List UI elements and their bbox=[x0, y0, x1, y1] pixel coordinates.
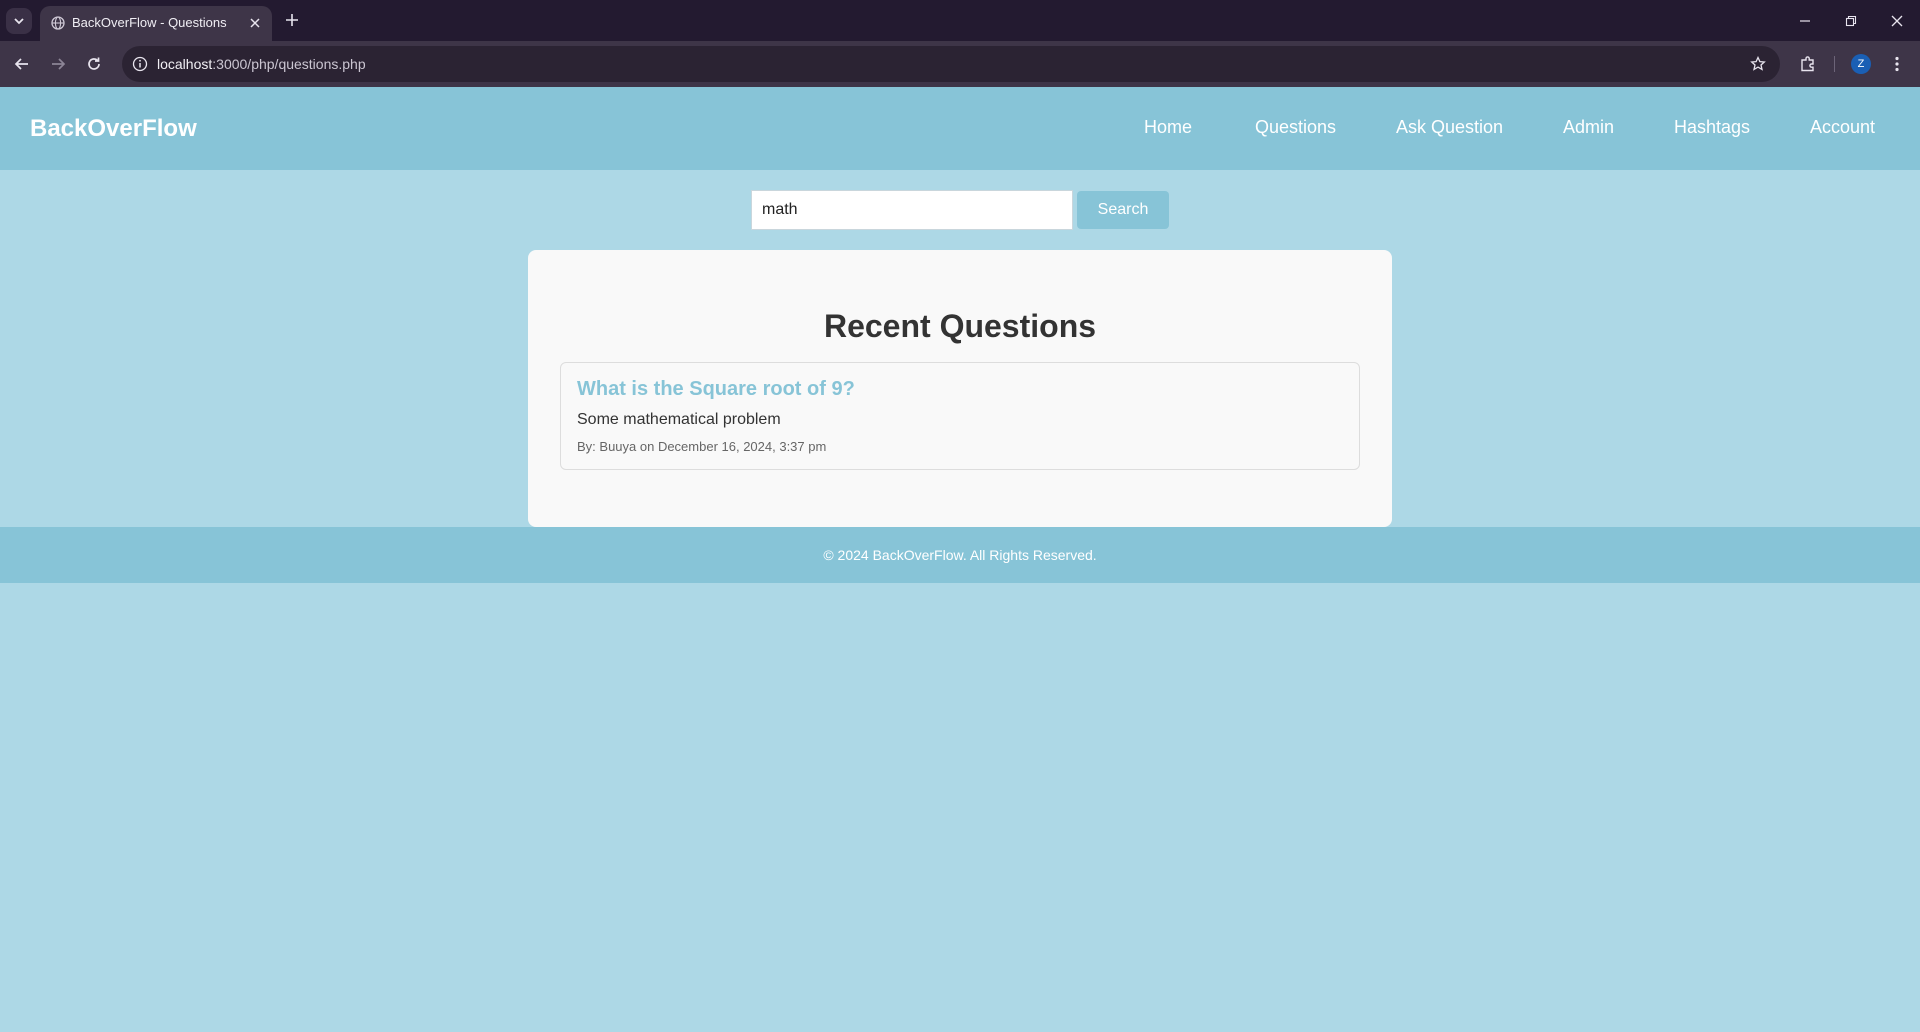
url-host: localhost bbox=[157, 56, 213, 72]
questions-card: Recent Questions What is the Square root… bbox=[528, 250, 1392, 527]
page-title: Recent Questions bbox=[823, 308, 1097, 344]
url-path: :3000/php/questions.php bbox=[212, 56, 366, 72]
plus-icon bbox=[286, 14, 298, 26]
site-footer: © 2024 BackOverFlow. All Rights Reserved… bbox=[0, 527, 1920, 583]
close-window-button[interactable] bbox=[1874, 0, 1920, 41]
question-title-link[interactable]: What is the Square root of 9? bbox=[577, 378, 855, 401]
nav-hashtags[interactable]: Hashtags bbox=[1674, 117, 1750, 138]
search-button[interactable]: Search bbox=[1077, 191, 1169, 229]
reload-icon bbox=[88, 57, 100, 70]
restore-button[interactable] bbox=[1828, 0, 1874, 41]
nav-admin[interactable]: Admin bbox=[1563, 117, 1614, 138]
reload-button[interactable] bbox=[80, 50, 108, 78]
arrow-left-icon bbox=[14, 58, 28, 70]
puzzle-icon bbox=[1801, 56, 1814, 72]
question-item: What is the Square root of 9? Some mathe… bbox=[560, 362, 1360, 470]
toolbar-divider bbox=[1834, 56, 1835, 72]
profile-avatar[interactable]: Z bbox=[1851, 54, 1871, 74]
close-icon bbox=[1891, 15, 1903, 26]
url-text: localhost:3000/php/questions.php bbox=[157, 56, 366, 72]
forward-button[interactable] bbox=[44, 50, 72, 78]
extensions-button[interactable] bbox=[1797, 53, 1819, 75]
browser-menu-button[interactable] bbox=[1886, 53, 1908, 75]
chevron-down-icon bbox=[14, 18, 24, 25]
site-logo[interactable]: BackOverFlow bbox=[30, 115, 197, 143]
globe-icon bbox=[50, 15, 66, 31]
arrow-right-icon bbox=[52, 58, 66, 70]
star-icon[interactable] bbox=[1748, 54, 1768, 74]
minimize-icon bbox=[1800, 19, 1810, 22]
tab-search-button[interactable] bbox=[6, 8, 32, 34]
question-meta: By: Buuya on December 16, 2024, 3:37 pm bbox=[577, 439, 827, 454]
new-tab-button[interactable] bbox=[282, 9, 302, 31]
browser-toolbar: localhost:3000/php/questions.php Z bbox=[0, 41, 1920, 87]
browser-tab-strip: BackOverFlow - Questions bbox=[0, 0, 1920, 41]
search-input[interactable] bbox=[751, 190, 1073, 230]
tab-title: BackOverFlow - Questions bbox=[72, 15, 227, 30]
address-bar[interactable]: localhost:3000/php/questions.php bbox=[122, 46, 1780, 82]
info-icon[interactable] bbox=[130, 54, 150, 74]
nav-account[interactable]: Account bbox=[1810, 117, 1875, 138]
browser-tab[interactable]: BackOverFlow - Questions bbox=[40, 6, 272, 41]
site-header: BackOverFlow Home Questions Ask Question… bbox=[0, 87, 1920, 170]
footer-copyright: © 2024 BackOverFlow. All Rights Reserved… bbox=[823, 547, 1097, 563]
back-button[interactable] bbox=[8, 50, 36, 78]
close-icon[interactable] bbox=[246, 14, 264, 32]
nav-home[interactable]: Home bbox=[1144, 117, 1192, 138]
kebab-menu-icon bbox=[1895, 56, 1899, 72]
nav-ask-question[interactable]: Ask Question bbox=[1396, 117, 1503, 138]
question-body: Some mathematical problem bbox=[577, 411, 781, 428]
nav-questions[interactable]: Questions bbox=[1255, 117, 1336, 138]
minimize-button[interactable] bbox=[1782, 0, 1828, 41]
restore-icon bbox=[1845, 15, 1857, 26]
